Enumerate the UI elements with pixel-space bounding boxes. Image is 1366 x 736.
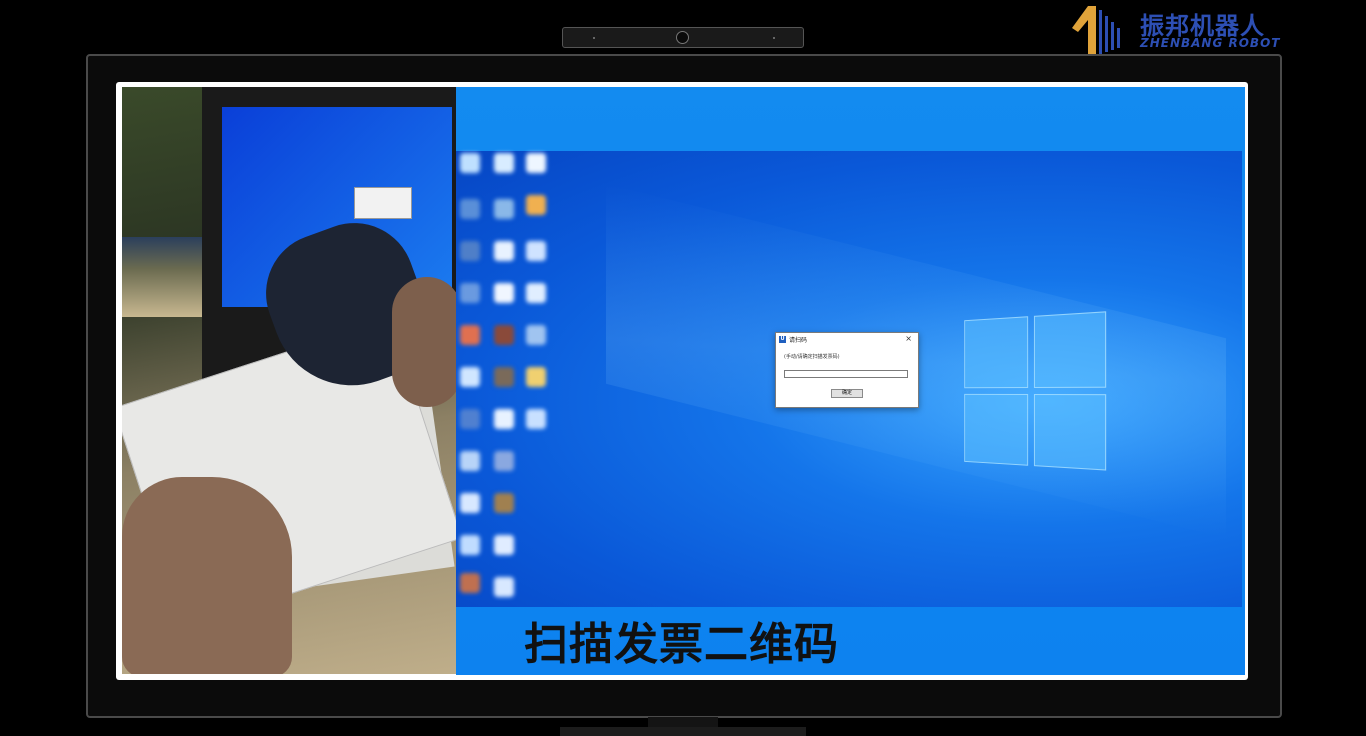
photo-hand-right — [392, 277, 456, 407]
brand-name-en: ZHENBANG ROBOT — [1140, 36, 1280, 50]
monitor-stand-base — [560, 727, 806, 736]
desktop-app-icon[interactable] — [494, 241, 514, 261]
close-icon[interactable]: × — [905, 334, 912, 344]
photo-hand-left — [122, 477, 292, 674]
desktop-app-icon[interactable] — [494, 493, 514, 513]
webcam-mic-right — [773, 37, 775, 39]
desktop-app-icon[interactable] — [460, 283, 480, 303]
desktop-app-icon[interactable] — [460, 199, 480, 219]
desktop-app-icon[interactable] — [494, 153, 514, 173]
desktop-app-icon[interactable] — [526, 367, 546, 387]
desktop-app-icon[interactable] — [460, 153, 480, 173]
desktop-app-icon[interactable] — [460, 409, 480, 429]
desktop-app-icon[interactable] — [460, 535, 480, 555]
dialog-app-icon: U — [779, 336, 786, 343]
desktop-app-icon[interactable] — [526, 195, 546, 215]
desktop-app-icon[interactable] — [526, 325, 546, 345]
windows-logo-pane — [1034, 311, 1106, 388]
desktop-app-icon[interactable] — [494, 325, 514, 345]
desktop-app-icon[interactable] — [460, 493, 480, 513]
dialog-prompt: (手动/请确定扫描发票码) — [784, 353, 840, 360]
windows-logo-icon — [964, 311, 1108, 473]
windows-logo-pane — [964, 394, 1028, 466]
desktop-app-icon[interactable] — [526, 409, 546, 429]
desktop-app-icon[interactable] — [494, 367, 514, 387]
webcam-mic-left — [593, 37, 595, 39]
dialog-titlebar[interactable]: U 请扫码 × — [776, 333, 916, 347]
desktop-app-icon[interactable] — [494, 409, 514, 429]
desktop-icon-column — [456, 153, 556, 613]
desktop-app-icon[interactable] — [460, 367, 480, 387]
webcam-lens — [676, 31, 689, 44]
video-caption: 扫描发票二维码 — [524, 616, 839, 674]
desktop-app-icon[interactable] — [460, 325, 480, 345]
brand-logo-mark-icon — [1068, 2, 1138, 56]
desktop-app-icon[interactable] — [526, 283, 546, 303]
desktop-app-icon[interactable] — [526, 241, 546, 261]
ok-button[interactable]: 确定 — [831, 389, 863, 398]
scanning-photo — [122, 87, 456, 674]
windows-logo-pane — [1034, 394, 1106, 471]
brand-logo: 振邦机器人 ZHENBANG ROBOT — [1068, 2, 1288, 56]
desktop-app-icon[interactable] — [494, 199, 514, 219]
desktop-app-icon[interactable] — [460, 573, 480, 593]
photo-books — [122, 237, 212, 317]
desktop-app-icon[interactable] — [494, 451, 514, 471]
desktop-app-icon[interactable] — [460, 451, 480, 471]
desktop-app-icon[interactable] — [526, 153, 546, 173]
desktop-app-icon[interactable] — [494, 577, 514, 597]
desktop-app-icon[interactable] — [494, 283, 514, 303]
desktop-app-icon[interactable] — [460, 241, 480, 261]
scan-code-input[interactable] — [784, 370, 908, 378]
dialog-title: 请扫码 — [789, 335, 807, 344]
scan-code-dialog: U 请扫码 × (手动/请确定扫描发票码) 确定 — [775, 332, 919, 408]
webcam-icon — [562, 27, 804, 48]
desktop-app-icon[interactable] — [494, 535, 514, 555]
windows-logo-pane — [964, 316, 1028, 388]
photo-mini-dialog — [354, 187, 412, 219]
